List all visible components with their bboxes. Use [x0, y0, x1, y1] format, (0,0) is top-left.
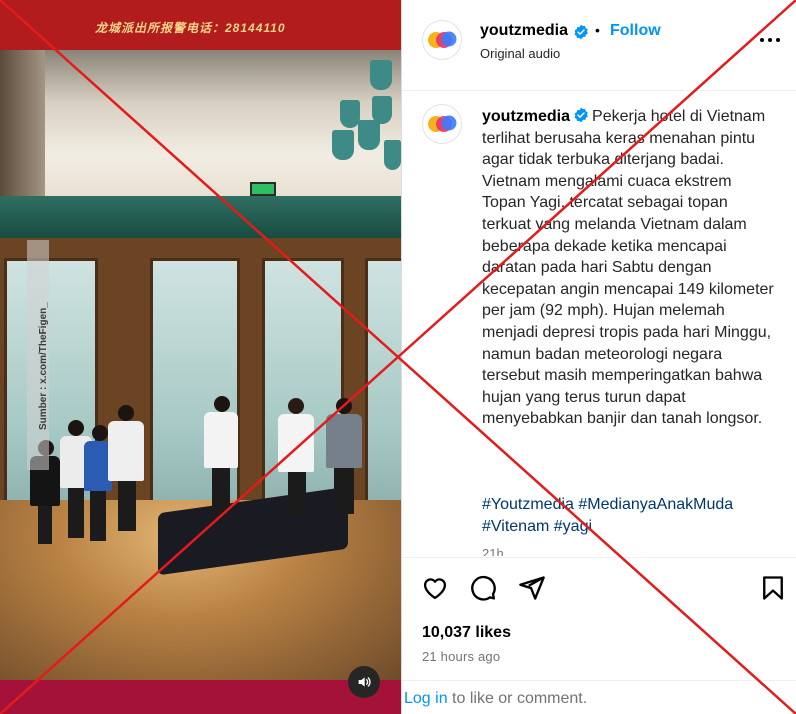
chandelier-shade — [332, 130, 354, 160]
lobby-upper-wall — [0, 50, 401, 200]
youtzmedia-logo-icon — [428, 31, 457, 48]
chandelier-shade — [372, 96, 392, 124]
youtzmedia-logo-icon — [428, 115, 457, 132]
more-options-icon[interactable] — [759, 30, 781, 50]
green-indicator-light — [250, 182, 276, 196]
verified-badge-icon — [574, 24, 588, 40]
like-count[interactable]: 10,037 likes — [422, 624, 511, 642]
login-prompt: Log in to like or comment. — [404, 690, 587, 708]
comment-icon[interactable] — [469, 574, 497, 602]
chandelier-shade — [370, 60, 392, 90]
hashtag-link[interactable]: #MedianyaAnakMuda — [578, 496, 733, 513]
caption-text: Pekerja hotel di Vietnam terlihat berusa… — [482, 108, 774, 428]
follow-button[interactable]: Follow — [610, 22, 661, 40]
caption-avatar[interactable] — [422, 104, 462, 144]
chandelier-shade — [384, 140, 401, 170]
divider — [402, 90, 796, 91]
heart-icon[interactable] — [421, 574, 449, 602]
divider — [402, 557, 796, 558]
header-username[interactable]: youtzmedia — [480, 22, 568, 40]
verified-badge-icon — [574, 107, 588, 123]
bookmark-icon[interactable] — [759, 574, 787, 602]
hashtag-link[interactable]: #yagi — [554, 518, 592, 535]
hashtag-link[interactable]: #Youtzmedia — [482, 496, 574, 513]
speaker-icon — [358, 677, 371, 687]
divider — [402, 680, 796, 681]
chandelier-shade — [358, 120, 380, 150]
lobby-left-wall — [0, 50, 45, 210]
post-caption: youtzmedia Pekerja hotel di Vietnam terli… — [482, 106, 774, 430]
chandelier-shade — [340, 100, 360, 128]
caption-timestamp: 21h — [482, 546, 504, 556]
glass-door-panel — [365, 258, 401, 509]
hashtag-list: #Youtzmedia #MedianyaAnakMuda #Vitenam #y… — [482, 494, 774, 537]
carpet-strip — [0, 680, 401, 714]
post-details-panel: youtzmedia • Follow Original audio youtz… — [401, 0, 796, 714]
source-watermark: Sumber : x.com/TheFigen_ — [38, 302, 49, 430]
hashtag-link[interactable]: #Vitenam — [482, 518, 549, 535]
separator-dot: • — [595, 22, 600, 38]
login-prompt-text: to like or comment. — [447, 690, 588, 707]
post-media-video[interactable]: 龙城派出所报警电话：28144110 Sumber: x.com/TheFig… — [0, 0, 401, 714]
avatar[interactable] — [422, 20, 462, 60]
share-icon[interactable] — [518, 574, 546, 602]
banner-text: 龙城派出所报警电话：28144110 — [95, 21, 286, 35]
login-link[interactable]: Log in — [404, 690, 448, 707]
audio-toggle-button[interactable] — [348, 666, 380, 698]
caption-username[interactable]: youtzmedia — [482, 108, 570, 125]
original-audio-link[interactable]: Original audio — [480, 46, 560, 61]
post-timestamp[interactable]: 21 hours ago — [422, 649, 500, 664]
teal-wall-band — [0, 196, 401, 238]
